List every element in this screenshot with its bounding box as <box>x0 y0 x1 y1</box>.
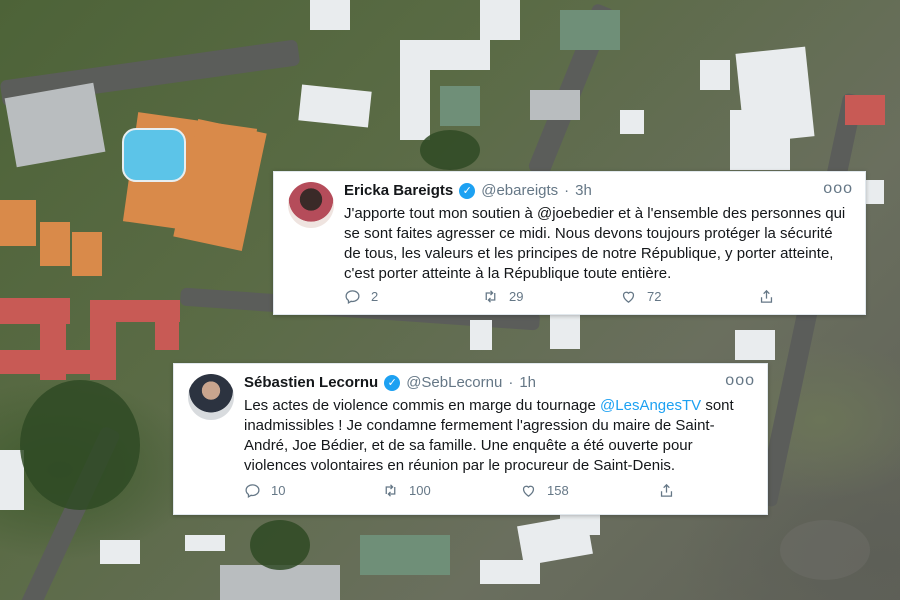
verified-badge-icon: ✓ <box>384 374 401 391</box>
retweet-count: 100 <box>409 483 431 498</box>
like-button[interactable]: 72 <box>620 288 758 305</box>
like-count: 158 <box>547 483 569 498</box>
share-icon <box>660 483 673 497</box>
retweet-button[interactable]: 29 <box>482 288 620 305</box>
reply-button[interactable]: 2 <box>344 288 482 305</box>
tweet-header: Sébastien Lecornu ✓ @SebLecornu · 1h <box>244 374 536 391</box>
retweet-count: 29 <box>509 289 524 304</box>
reply-button[interactable]: 10 <box>244 482 382 499</box>
author-handle[interactable]: @ebareigts <box>481 182 558 199</box>
author-name[interactable]: Sébastien Lecornu <box>244 374 378 391</box>
reply-icon <box>245 484 260 499</box>
separator-dot: · <box>564 182 570 199</box>
share-button[interactable] <box>758 288 775 305</box>
like-button[interactable]: 158 <box>520 482 658 499</box>
retweet-icon <box>485 290 496 303</box>
avatar[interactable] <box>288 182 334 228</box>
tweet-text-part: J'apporte tout mon soutien à @joebedier … <box>344 205 846 282</box>
author-name[interactable]: Ericka Bareigts <box>344 182 453 199</box>
separator-dot: · <box>508 374 514 391</box>
reply-icon <box>345 290 360 305</box>
retweet-button[interactable]: 100 <box>382 482 520 499</box>
tweet-actions: 10 100 158 <box>244 482 707 499</box>
tweet-text: J'apporte tout mon soutien à @joebedier … <box>344 204 849 284</box>
verified-badge-icon: ✓ <box>459 182 476 199</box>
tweet-header: Ericka Bareigts ✓ @ebareigts · 3h <box>344 182 592 199</box>
like-count: 72 <box>647 289 662 304</box>
reply-count: 2 <box>371 289 379 304</box>
tweet-time[interactable]: 1h <box>519 374 536 391</box>
share-icon <box>760 289 773 303</box>
author-handle[interactable]: @SebLecornu <box>406 374 502 391</box>
reply-count: 10 <box>271 483 286 498</box>
tweet-text-part: Les actes de violence commis en marge du… <box>244 397 601 414</box>
more-options-icon[interactable]: ooo <box>725 372 755 390</box>
more-options-icon[interactable]: ooo <box>823 180 853 198</box>
retweet-icon <box>385 484 396 497</box>
tweet-card-ericka[interactable]: Ericka Bareigts ✓ @ebareigts · 3h ooo J'… <box>273 171 866 315</box>
share-button[interactable] <box>658 482 675 499</box>
heart-icon <box>622 291 635 303</box>
tweet-card-sebastien[interactable]: Sébastien Lecornu ✓ @SebLecornu · 1h ooo… <box>173 363 768 515</box>
heart-icon <box>522 485 535 497</box>
avatar[interactable] <box>188 374 234 420</box>
tweet-time[interactable]: 3h <box>575 182 592 199</box>
tweet-text: Les actes de violence commis en marge du… <box>244 396 751 476</box>
tweet-actions: 2 29 72 <box>344 288 805 305</box>
mention-link-lesangestv[interactable]: @LesAngesTV <box>600 397 701 414</box>
